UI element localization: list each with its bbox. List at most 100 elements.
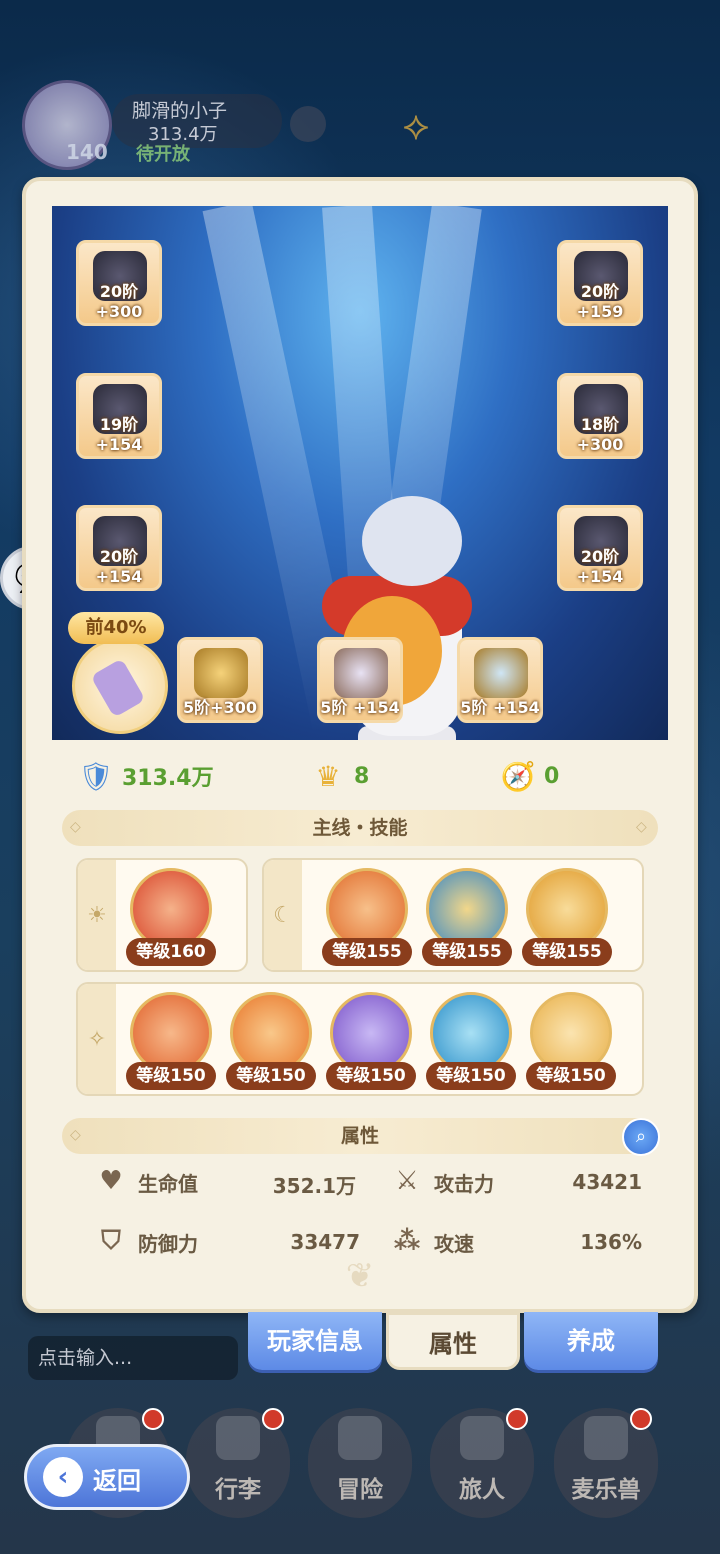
equip-level: 5阶+300: [183, 698, 257, 717]
player-name: 脚滑的小子: [132, 100, 228, 122]
skill-slot[interactable]: 等级155: [522, 866, 612, 970]
nav-traveler[interactable]: 旅人: [430, 1408, 534, 1518]
panel-footer-ornament-icon: ❦: [345, 1256, 375, 1296]
skill-group-sun: ☀ 等级160: [76, 858, 248, 972]
skill-level: 等级150: [326, 1062, 416, 1090]
character-head: [362, 496, 462, 586]
moon-icon: ☾: [264, 860, 302, 970]
attr-name: 生命值: [138, 1172, 198, 1196]
back-arrow-icon: ‹: [43, 1457, 83, 1497]
equip-slot-leg-armor[interactable]: 20阶+154: [76, 505, 162, 591]
equip-slot-mask[interactable]: 20阶+159: [557, 240, 643, 326]
skill-level: 等级150: [526, 1062, 616, 1090]
attributes-section-title: 属性: [340, 1125, 379, 1147]
equip-level: 20阶+154: [576, 547, 624, 586]
ring-icon: [194, 648, 248, 698]
equip-slot-necklace[interactable]: 5阶 +154: [317, 637, 403, 723]
skill-slot[interactable]: 等级150: [126, 990, 216, 1094]
speed-nodes-icon: ⁂: [393, 1226, 421, 1256]
attr-name: 攻速: [434, 1232, 474, 1256]
equip-slot-gauntlet[interactable]: 18阶+300: [557, 373, 643, 459]
tab-cultivate[interactable]: 养成: [524, 1312, 658, 1370]
stat-crown: ♛ 8: [310, 756, 369, 796]
tab-attributes[interactable]: 属性: [386, 1312, 520, 1370]
notification-dot: [262, 1408, 284, 1430]
diamond-ornament-icon: ◇: [636, 819, 647, 835]
skills-section-header: ◇ 主线・技能 ◇: [62, 810, 658, 846]
attributes-section-header: ◇ 属性: [62, 1118, 658, 1154]
attr-value: 43421: [572, 1170, 642, 1194]
chat-input[interactable]: 点击输入...: [28, 1336, 238, 1380]
skill-level: 等级155: [322, 938, 412, 966]
crossed-swords-icon: ⚔: [395, 1166, 419, 1196]
search-icon: ⌕: [635, 1126, 647, 1147]
heart-icon: ♥: [99, 1166, 123, 1196]
bag-icon: [216, 1416, 260, 1460]
notification-dot: [506, 1408, 528, 1430]
nav-label: 旅人: [459, 1477, 505, 1503]
skill-level: 等级150: [426, 1062, 516, 1090]
skill-slot[interactable]: 等级160: [126, 866, 216, 970]
attr-attack: ⚔ 攻击力 43421: [392, 1164, 642, 1200]
nav-adventure[interactable]: 冒险: [308, 1408, 412, 1518]
equip-slot-armor[interactable]: 19阶+154: [76, 373, 162, 459]
stat-power: 🛡 313.4万: [78, 756, 214, 796]
skill-slot[interactable]: 等级150: [426, 990, 516, 1094]
power-value: 313.4万: [122, 766, 214, 791]
attr-hp: ♥ 生命值 352.1万: [96, 1164, 366, 1200]
equip-slot-ring[interactable]: 5阶+300: [177, 637, 263, 723]
notification-dot: [630, 1408, 652, 1430]
shield-icon: ⛉: [101, 1226, 121, 1256]
skill-level: 等级150: [226, 1062, 316, 1090]
status-text: 待开放: [136, 144, 190, 165]
skill-slot[interactable]: 等级150: [526, 990, 616, 1094]
equip-level: 18阶+300: [576, 415, 624, 454]
skill-slot[interactable]: 等级155: [422, 866, 512, 970]
attr-value: 33477: [290, 1230, 360, 1254]
nav-label: 麦乐兽: [571, 1477, 641, 1503]
attr-name: 攻击力: [434, 1172, 494, 1196]
compass-sword-icon: 🧭: [500, 759, 536, 793]
skills-section-title: 主线・技能: [312, 817, 408, 839]
crown-icon: ♛: [315, 759, 341, 793]
skill-level: 等级150: [126, 1062, 216, 1090]
equip-slot-helmet[interactable]: 20阶+300: [76, 240, 162, 326]
rank-emblem-icon[interactable]: ⟡: [396, 98, 436, 154]
skill-slot[interactable]: 等级150: [326, 990, 416, 1094]
back-button[interactable]: ‹ 返回: [24, 1444, 190, 1510]
skill-slot[interactable]: 等级150: [226, 990, 316, 1094]
equip-level: 20阶+300: [95, 282, 143, 321]
attr-value: 136%: [580, 1230, 642, 1254]
traveler-face-icon: [460, 1416, 504, 1460]
pet-value: 0: [544, 763, 560, 789]
rank-percent-badge: 前40%: [68, 612, 164, 644]
attr-name: 防御力: [138, 1232, 198, 1256]
nav-pet[interactable]: 麦乐兽: [554, 1408, 658, 1518]
star-icon: ✧: [78, 984, 116, 1094]
nav-label: 冒险: [337, 1477, 383, 1503]
skill-slot[interactable]: 等级155: [322, 866, 412, 970]
equip-slot-boots[interactable]: 20阶+154: [557, 505, 643, 591]
tab-player-info[interactable]: 玩家信息: [248, 1312, 382, 1370]
nav-bag[interactable]: 行李: [186, 1408, 290, 1518]
skill-group-star: ✧ 等级150 等级150 等级150 等级150 等级150: [76, 982, 644, 1096]
equip-level: 20阶+154: [95, 547, 143, 586]
crossed-swords-icon: [338, 1416, 382, 1460]
pet-face-icon: [584, 1416, 628, 1460]
equip-level: 5阶 +154: [460, 698, 540, 717]
equip-level: 20阶+159: [576, 282, 624, 321]
skill-level: 等级160: [126, 938, 216, 966]
sun-icon: ☀: [78, 860, 116, 970]
attr-value: 352.1万: [272, 1174, 356, 1198]
skill-level: 等级155: [522, 938, 612, 966]
faction-icon[interactable]: [290, 106, 326, 142]
charm-slot[interactable]: 前40%: [68, 612, 168, 734]
shield-sword-icon: 🛡: [78, 759, 114, 793]
attr-defense: ⛉ 防御力 33477: [96, 1224, 366, 1260]
attr-speed: ⁂ 攻速 136%: [392, 1224, 642, 1260]
equip-level: 5阶 +154: [320, 698, 400, 717]
nav-label: 行李: [215, 1477, 261, 1503]
magnifier-button[interactable]: ⌕: [622, 1118, 660, 1156]
stat-pet: 🧭 0: [500, 756, 560, 796]
equip-slot-amulet[interactable]: 5阶 +154: [457, 637, 543, 723]
